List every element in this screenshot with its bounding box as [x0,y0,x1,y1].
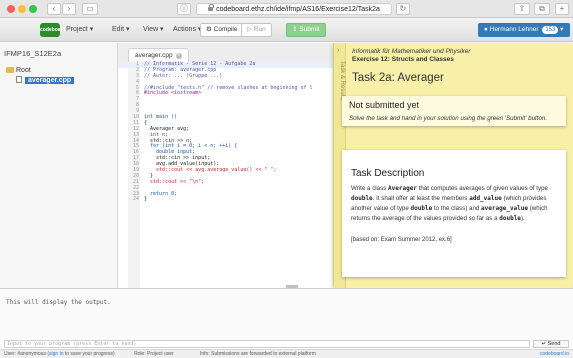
project-sidebar: IFMP16_S12E2a Root averager.cpp [0,43,118,288]
description-text: . It shall offer at least the members [372,195,470,202]
description-text: ). [520,215,525,222]
send-button[interactable]: ↵ Send [533,340,569,348]
status-user-suffix: to save your progress) [63,351,115,357]
submit-button[interactable]: ⇪ Submit [286,23,326,37]
send-icon: ↵ [541,341,547,347]
task-description-card: Task Description Write a class Averager … [342,150,566,277]
task-description-text: Write a class Averager that computes ave… [351,184,559,224]
upload-icon: ⇪ [292,26,298,33]
program-input-field[interactable]: Input to your program (press Enter to se… [4,340,530,348]
submit-label: Submit [299,26,320,33]
folder-icon [6,67,14,73]
inline-code: double [410,205,433,212]
code-line[interactable]: 24} [118,197,333,203]
user-icon: ● [484,26,488,33]
file-icon [16,76,22,83]
menu-view-label: View [143,26,159,33]
course-name: Informatik für Mathematiker und Physiker [352,48,471,55]
inline-code: average_value [481,205,529,212]
inline-code: double [499,215,521,222]
sidebar-toggle-icon[interactable]: ▭ [82,3,98,15]
back-button[interactable]: ‹ [47,3,61,15]
tabs-icon[interactable]: ⧉ [534,3,550,15]
inline-code: add_value [469,195,502,202]
maximize-window-button[interactable] [29,5,37,13]
task-panel: › Task & Results Informatik für Mathemat… [333,43,573,293]
run-label: Run [253,26,266,33]
description-text: to the class) and [432,205,482,212]
compile-button[interactable]: ⚙ Compile [200,23,244,37]
task-title: Task 2a: Averager [352,72,444,84]
tree-root-folder[interactable]: Root [6,67,31,74]
task-description-source: [based on: Exam Summer 2012, ex.6] [351,237,452,243]
browser-toolbar: ‹ › ▭ ⓘ codeboard.ethz.ch/ide/ifmp/AS16/… [0,0,573,18]
user-menu-button[interactable]: ● Hermann Lehner 153 ▾ [478,23,570,37]
submission-status-text: Solve the task and hand in your solution… [349,115,548,122]
chevron-down-icon: ▾ [126,26,130,33]
menu-edit-label: Edit [112,26,125,33]
lock-icon [208,4,215,11]
output-text: This will display the output. [6,299,111,306]
task-description-title: Task Description [351,168,425,179]
close-window-button[interactable] [7,5,15,13]
inline-code: double [351,195,373,202]
status-role: Role: Project user [134,351,174,357]
forward-button[interactable]: › [62,3,76,15]
minimize-window-button[interactable] [18,5,26,13]
status-user-prefix: User: #anonymous ( [4,351,50,357]
user-badge: 153 [542,26,559,34]
reload-icon[interactable]: ↻ [396,3,410,15]
submission-status-title: Not submitted yet [349,100,420,110]
tree-file-averager[interactable]: averager.cpp [6,76,116,86]
menu-edit[interactable]: Edit ▾ [112,25,130,33]
play-icon: ▷ [247,26,252,33]
description-text: that computes averages of given values o… [416,185,548,192]
url-text: codeboard.ethz.ch/ide/ifmp/AS16/Exercise… [216,6,380,13]
chevron-down-icon: ▾ [160,26,164,33]
chevron-down-icon: ▾ [560,26,564,33]
menu-actions-label: Actions [173,26,196,33]
user-name: Hermann Lehner [489,26,539,33]
status-bar: User: #anonymous (sign in to save your p… [0,349,573,358]
codeboard-logo[interactable]: codeboard [40,23,66,37]
brand-link[interactable]: codeboard.io [540,350,569,358]
close-tab-icon[interactable]: × [175,53,182,59]
code-editor[interactable]: averager.cpp × 1// Informatik - Serie 12 … [118,43,333,288]
tree-file-label: averager.cpp [25,77,75,84]
project-title: IFMP16_S12E2a [4,49,62,58]
sign-in-link[interactable]: sign in [49,351,63,357]
description-text: Write a class [351,185,389,192]
program-input-row: Input to your program (press Enter to se… [0,340,573,348]
output-console[interactable]: This will display the output. [0,285,573,340]
code-lines[interactable]: 1// Informatik - Serie 12 - Aufgabe 2a 2/… [118,61,333,203]
app-navbar: codeboard Project ▾ Edit ▾ View ▾ Action… [0,18,573,42]
page: ‹ › ▭ ⓘ codeboard.ethz.ch/ide/ifmp/AS16/… [0,0,573,358]
menu-project[interactable]: Project ▾ [66,25,93,33]
new-tab-icon[interactable]: + [555,3,569,15]
menu-view[interactable]: View ▾ [143,25,164,33]
gear-icon: ⚙ [206,26,212,33]
tab-label: averager.cpp [135,52,173,59]
tree-root-label: Root [16,67,31,74]
chevron-down-icon: ▾ [89,26,94,33]
line-number: 24 [132,196,139,203]
send-label: Send [547,341,561,347]
share-icon[interactable]: ⇧ [514,3,530,15]
submission-status-card: Not submitted yet Solve the task and han… [342,96,566,126]
inline-code: Averager [388,185,417,192]
menu-project-label: Project [66,26,88,33]
run-button[interactable]: ▷ Run [241,23,272,37]
compile-label: Compile [213,26,238,33]
chevron-right-icon[interactable]: › [337,47,339,54]
editor-tab-strip: averager.cpp × [118,43,333,63]
line-text: } [144,196,148,203]
resize-handle[interactable] [286,285,298,288]
info-icon[interactable]: ⓘ [177,3,191,15]
status-info: Info: Submissions are forwarded to exter… [200,351,316,357]
exercise-name: Exercise 12: Structs and Classes [352,56,454,63]
address-bar[interactable]: codeboard.ethz.ch/ide/ifmp/AS16/Exercise… [196,3,392,15]
status-user: User: #anonymous (sign in to save your p… [4,350,115,358]
task-side-label: Task & Results [339,61,345,101]
menu-actions[interactable]: Actions ▾ [173,25,201,33]
